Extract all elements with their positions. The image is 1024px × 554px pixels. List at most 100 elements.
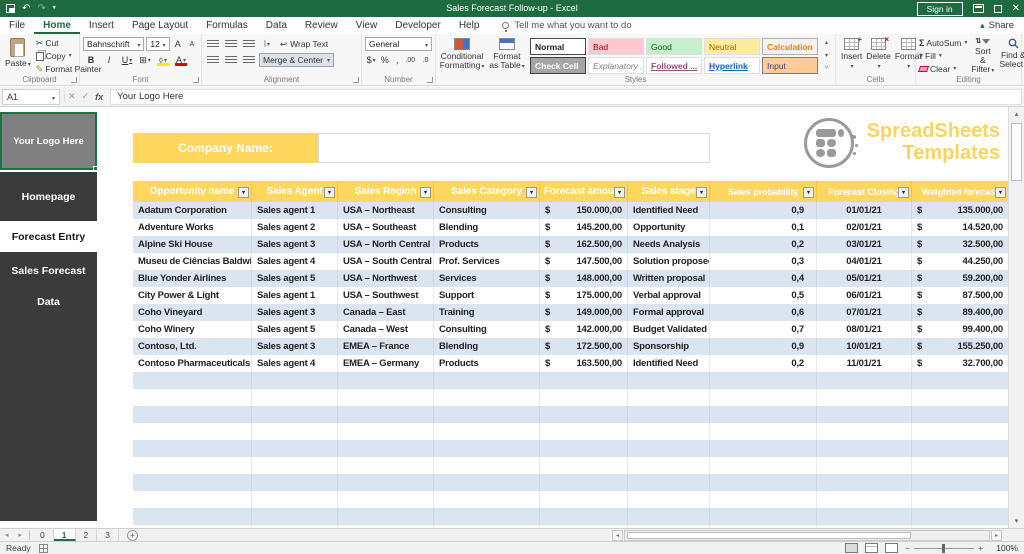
merge-center-button[interactable]: Merge & Center	[259, 53, 335, 67]
cell-sales-category[interactable]: Consulting	[434, 202, 540, 219]
cell-sales-region[interactable]: USA – Northeast	[338, 202, 434, 219]
cell-weighted-forecast[interactable]: $44.250,00	[912, 253, 1008, 270]
empty-cell[interactable]	[628, 491, 710, 508]
cell-sales-stage[interactable]: Sponsorship	[628, 338, 710, 355]
tab-developer[interactable]: Developer	[386, 17, 450, 34]
style-explanatory[interactable]: Explanatory ...	[588, 57, 644, 74]
cell-sales-stage[interactable]: Needs Analysis	[628, 236, 710, 253]
cell-weighted-forecast[interactable]: $99.400,00	[912, 321, 1008, 338]
cell-sales-stage[interactable]: Opportunity	[628, 219, 710, 236]
empty-cell[interactable]	[338, 440, 434, 457]
empty-cell[interactable]	[540, 372, 628, 389]
sheet-tab-0[interactable]: 0	[32, 529, 54, 541]
scroll-up-icon[interactable]: ▴	[1009, 107, 1024, 121]
cell-forecast-amount[interactable]: $163.500,00	[540, 355, 628, 372]
empty-cell[interactable]	[817, 440, 912, 457]
empty-cell[interactable]	[628, 406, 710, 423]
empty-cell[interactable]	[710, 457, 817, 474]
style-neutral[interactable]: Neutral	[704, 38, 760, 55]
empty-cell[interactable]	[338, 457, 434, 474]
autosum-button[interactable]: Σ AutoSum	[919, 37, 967, 49]
formula-input[interactable]: Your Logo Here	[110, 88, 1022, 105]
empty-cell[interactable]	[912, 508, 1008, 525]
cell-sales-agent[interactable]: Sales agent 4	[252, 355, 338, 372]
cell-sales-probability[interactable]: 0,4	[710, 270, 817, 287]
empty-cell[interactable]	[628, 457, 710, 474]
cell-sales-region[interactable]: EMEA – Germany	[338, 355, 434, 372]
conditional-formatting-button[interactable]: Conditional Formatting	[439, 37, 485, 73]
empty-cell[interactable]	[817, 389, 912, 406]
empty-cell[interactable]	[817, 474, 912, 491]
number-format-combobox[interactable]: General	[365, 37, 432, 51]
cell-sales-category[interactable]: Products	[434, 355, 540, 372]
vertical-scrollbar[interactable]: ▴ ▾	[1008, 107, 1024, 528]
delete-cells-button[interactable]: × Delete	[864, 35, 893, 73]
empty-cell[interactable]	[252, 474, 338, 491]
cell-sales-probability[interactable]: 0,9	[710, 338, 817, 355]
horizontal-scroll-thumb[interactable]	[627, 532, 911, 539]
cell-sales-probability[interactable]: 0,3	[710, 253, 817, 270]
empty-cell[interactable]	[434, 474, 540, 491]
cell-opportunity-name[interactable]: Contoso, Ltd.	[133, 338, 252, 355]
cell-sales-category[interactable]: Support	[434, 287, 540, 304]
cell-weighted-forecast[interactable]: $155.250,00	[912, 338, 1008, 355]
empty-cell[interactable]	[434, 372, 540, 389]
ribbon-display-options-icon[interactable]	[972, 4, 984, 13]
cell-weighted-forecast[interactable]: $59.200,00	[912, 270, 1008, 287]
cell-sales-region[interactable]: USA – North Central	[338, 236, 434, 253]
empty-cell[interactable]	[628, 474, 710, 491]
cell-sales-probability[interactable]: 0,2	[710, 355, 817, 372]
empty-cell[interactable]	[338, 423, 434, 440]
empty-cell[interactable]	[912, 440, 1008, 457]
style-calculation[interactable]: Calculation	[762, 38, 818, 55]
cell-weighted-forecast[interactable]: $32.500,00	[912, 236, 1008, 253]
tab-insert[interactable]: Insert	[80, 17, 123, 34]
cell-sales-category[interactable]: Prof. Services	[434, 253, 540, 270]
tab-review[interactable]: Review	[296, 17, 347, 34]
sheet-tab-1[interactable]: 1	[53, 529, 76, 541]
zoom-level[interactable]: 100%	[990, 543, 1018, 553]
empty-cell[interactable]	[252, 372, 338, 389]
cell-sales-category[interactable]: Products	[434, 236, 540, 253]
empty-cell[interactable]	[252, 508, 338, 525]
tab-data[interactable]: Data	[257, 17, 296, 34]
sidebar-item-sales-forecast[interactable]: Sales Forecast	[0, 265, 97, 277]
gallery-up-icon[interactable]: ▴	[825, 39, 828, 46]
header-sales-region[interactable]: Sales Region ▾	[338, 181, 434, 202]
scroll-down-icon[interactable]: ▾	[1009, 514, 1024, 528]
cell-sales-region[interactable]: USA – Southwest	[338, 287, 434, 304]
filter-icon[interactable]: ▾	[995, 187, 1006, 198]
view-page-layout-icon[interactable]	[865, 543, 879, 553]
sign-in-button[interactable]: Sign in	[916, 1, 963, 16]
insert-function-icon[interactable]: fx	[95, 92, 103, 102]
tab-formulas[interactable]: Formulas	[197, 17, 257, 34]
header-weighted-forecast[interactable]: Weighted forecast ▾	[912, 181, 1008, 202]
empty-cell[interactable]	[338, 474, 434, 491]
cell-forecast-amount[interactable]: $148.000,00	[540, 270, 628, 287]
empty-cell[interactable]	[710, 372, 817, 389]
vertical-scroll-thumb[interactable]	[1011, 123, 1022, 181]
cell-weighted-forecast[interactable]: $32.700,00	[912, 355, 1008, 372]
clipboard-dialog-launcher[interactable]	[71, 77, 77, 83]
empty-cell[interactable]	[434, 389, 540, 406]
cell-forecast-closing[interactable]: 11/01/21	[817, 355, 912, 372]
cell-forecast-closing[interactable]: 08/01/21	[817, 321, 912, 338]
sheet-tab-3[interactable]: 3	[97, 529, 119, 541]
cell-sales-category[interactable]: Training	[434, 304, 540, 321]
next-sheet-icon[interactable]: ▸	[14, 531, 28, 539]
empty-cell[interactable]	[710, 474, 817, 491]
cell-sales-region[interactable]: USA – South Central	[338, 253, 434, 270]
header-forecast-closing[interactable]: Forecast Closing ▾	[817, 181, 912, 202]
empty-cell[interactable]	[912, 474, 1008, 491]
cell-sales-agent[interactable]: Sales agent 1	[252, 287, 338, 304]
cell-weighted-forecast[interactable]: $135.000,00	[912, 202, 1008, 219]
cell-forecast-closing[interactable]: 07/01/21	[817, 304, 912, 321]
align-center-button[interactable]	[223, 53, 239, 67]
cell-opportunity-name[interactable]: Blue Yonder Airlines	[133, 270, 252, 287]
filter-icon[interactable]: ▾	[696, 187, 707, 198]
empty-cell[interactable]	[912, 389, 1008, 406]
cell-forecast-amount[interactable]: $145.200,00	[540, 219, 628, 236]
zoom-in-icon[interactable]: +	[978, 543, 983, 553]
cell-sales-agent[interactable]: Sales agent 3	[252, 338, 338, 355]
cell-opportunity-name[interactable]: Coho Winery	[133, 321, 252, 338]
